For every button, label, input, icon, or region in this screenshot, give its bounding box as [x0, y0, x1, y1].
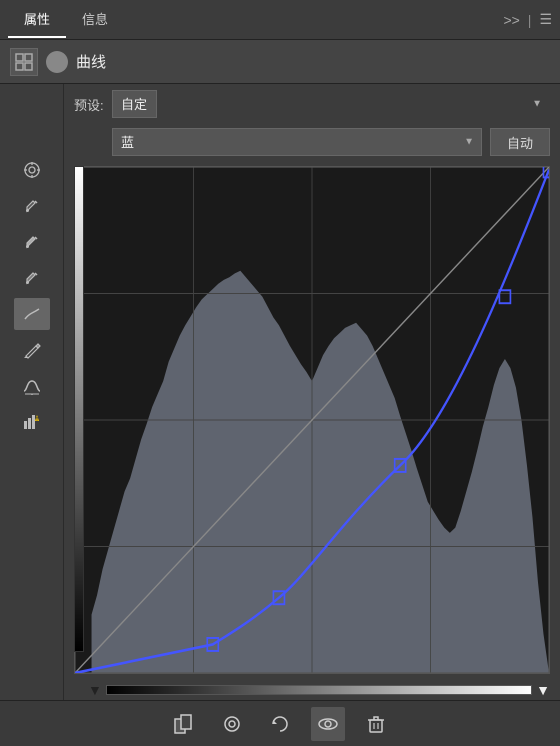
- tab-info[interactable]: 信息: [66, 1, 124, 38]
- eyedropper-gray-tool[interactable]: [14, 262, 50, 294]
- expand-icon[interactable]: >>: [503, 12, 519, 28]
- main-area: 预设: 自定 蓝 自动: [0, 84, 560, 700]
- white-point-slider[interactable]: ▼: [536, 682, 550, 698]
- preset-label: 预设:: [74, 95, 104, 114]
- preset-row: 预设: 自定: [64, 84, 560, 124]
- panel-grid-icon: [10, 48, 38, 76]
- left-toolbar: [0, 84, 64, 700]
- panel-circle-icon: [46, 51, 68, 73]
- curve-point-4[interactable]: [499, 290, 510, 303]
- auto-button[interactable]: 自动: [490, 128, 550, 156]
- clip-button[interactable]: [167, 707, 201, 741]
- curve-svg[interactable]: [74, 166, 550, 674]
- target-adjust-tool[interactable]: [14, 154, 50, 186]
- smooth-tool[interactable]: [14, 370, 50, 402]
- panel-header: 曲线: [0, 40, 560, 84]
- slider-row: ▼ ▼: [64, 678, 560, 700]
- preset-select-wrapper: 自定: [112, 90, 550, 118]
- panel-title: 曲线: [76, 51, 106, 72]
- bottom-toolbar: [0, 700, 560, 746]
- eyedropper-white-tool[interactable]: [14, 226, 50, 258]
- right-content: 预设: 自定 蓝 自动: [64, 84, 560, 700]
- pencil-tool[interactable]: [14, 334, 50, 366]
- preset-select[interactable]: 自定: [112, 90, 157, 118]
- tab-bar: 属性 信息 >> | ☰: [0, 0, 560, 40]
- channel-select[interactable]: 蓝: [112, 128, 482, 156]
- reset-button[interactable]: [263, 707, 297, 741]
- channel-select-wrapper: 蓝: [112, 128, 482, 156]
- delete-button[interactable]: [359, 707, 393, 741]
- histogram-warning-tool[interactable]: [14, 406, 50, 438]
- curve-container: [64, 162, 560, 678]
- gradient-bar-left: [74, 166, 84, 652]
- refresh-button[interactable]: [215, 707, 249, 741]
- menu-icon[interactable]: ☰: [539, 11, 552, 28]
- visibility-button[interactable]: [311, 707, 345, 741]
- curve-draw-tool[interactable]: [14, 298, 50, 330]
- black-point-slider[interactable]: ▼: [88, 682, 102, 698]
- tab-properties[interactable]: 属性: [8, 1, 66, 38]
- input-levels-slider[interactable]: [106, 685, 532, 695]
- channel-row: 蓝 自动: [64, 124, 560, 162]
- eyedropper-black-tool[interactable]: [14, 190, 50, 222]
- tab-icons-area: >> | ☰: [503, 11, 552, 28]
